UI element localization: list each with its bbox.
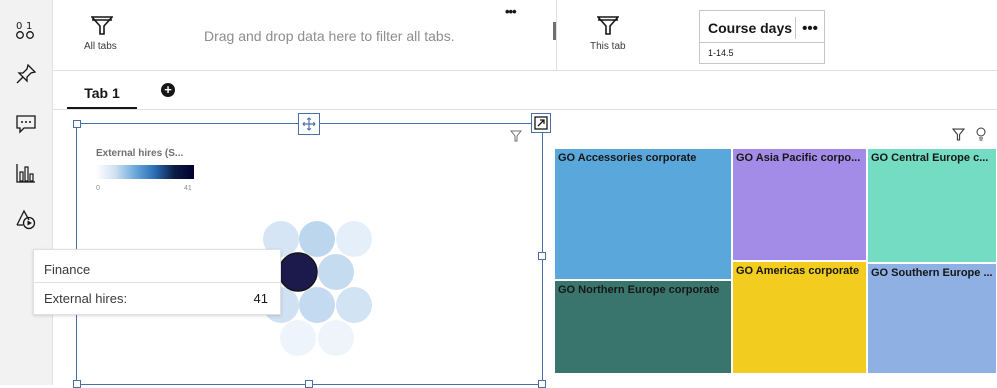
treemap-tile[interactable]: GO Accessories corporate bbox=[554, 148, 732, 280]
bubble[interactable] bbox=[318, 320, 354, 356]
tooltip-divider bbox=[34, 282, 280, 283]
legend-color-scale bbox=[96, 165, 194, 179]
all-tabs-label: All tabs bbox=[84, 41, 117, 52]
tooltip: Finance External hires: 41 bbox=[33, 249, 281, 315]
bubble[interactable] bbox=[280, 320, 316, 356]
treemap-tile[interactable]: GO Northern Europe corporate bbox=[554, 280, 732, 374]
tile-label: GO Central Europe c... bbox=[871, 152, 989, 164]
resize-handle[interactable] bbox=[538, 252, 546, 260]
treemap-filter-icon[interactable] bbox=[951, 128, 966, 146]
expand-widget-icon[interactable] bbox=[531, 113, 551, 133]
comment-icon[interactable] bbox=[14, 112, 38, 136]
bubble[interactable] bbox=[336, 287, 372, 323]
treemap-tile[interactable]: GO Americas corporate bbox=[732, 261, 867, 374]
this-tab-label: This tab bbox=[590, 41, 626, 52]
bubble[interactable] bbox=[299, 287, 335, 323]
tooltip-category: Finance bbox=[44, 262, 91, 277]
legend-title: External hires (S... bbox=[96, 148, 184, 159]
filter-bar bbox=[53, 0, 997, 71]
bubble[interactable] bbox=[318, 254, 354, 290]
widget-filter-icon[interactable] bbox=[509, 129, 523, 147]
bubble[interactable] bbox=[336, 221, 372, 257]
tooltip-measure-value: 41 bbox=[253, 291, 268, 306]
course-days-more-button[interactable]: ••• bbox=[795, 17, 824, 39]
bar-chart-icon[interactable] bbox=[14, 161, 38, 185]
filter-funnel-icon[interactable] bbox=[90, 16, 114, 41]
resize-handle[interactable] bbox=[73, 120, 81, 128]
sort-numeric-icon[interactable]: 01 bbox=[14, 18, 38, 42]
add-tab-icon[interactable]: + bbox=[161, 83, 175, 97]
this-tab-funnel-icon[interactable] bbox=[596, 16, 620, 41]
course-days-title: Course days bbox=[708, 20, 793, 36]
card-divider bbox=[700, 42, 824, 43]
svg-text:0: 0 bbox=[16, 21, 22, 32]
svg-text:1: 1 bbox=[26, 21, 32, 32]
tile-label: GO Northern Europe corporate bbox=[558, 284, 720, 296]
insight-bulb-icon[interactable] bbox=[975, 127, 987, 146]
tab-1[interactable]: Tab 1 bbox=[67, 79, 137, 109]
tooltip-measure-label: External hires: bbox=[44, 291, 128, 306]
tile-label: GO Americas corporate bbox=[736, 265, 860, 277]
resize-handle[interactable] bbox=[538, 380, 546, 388]
resize-handle[interactable] bbox=[73, 380, 81, 388]
all-tabs-drop-hint: Drag and drop data here to filter all ta… bbox=[204, 28, 455, 44]
course-days-filter-card[interactable]: Course days ••• 1-14.5 bbox=[699, 10, 825, 64]
tile-label: GO Accessories corporate bbox=[558, 152, 697, 164]
bubble-finance[interactable] bbox=[278, 252, 318, 292]
tile-label: GO Asia Pacific corpo... bbox=[736, 152, 861, 164]
tile-label: GO Southern Europe ... bbox=[871, 267, 993, 279]
filter-divider bbox=[556, 0, 557, 70]
left-toolbar: 01 bbox=[0, 0, 53, 385]
bubble[interactable] bbox=[299, 221, 335, 257]
treemap-tile[interactable]: GO Asia Pacific corpo... bbox=[732, 148, 867, 261]
treemap-tile[interactable]: GO Central Europe c... bbox=[867, 148, 997, 263]
tab-bar: Tab 1 + bbox=[53, 71, 997, 110]
treemap-chart: GO Accessories corporate GO Asia Pacific… bbox=[554, 148, 997, 374]
legend-min: 0 bbox=[96, 185, 100, 192]
treemap-tile[interactable]: GO Southern Europe ... bbox=[867, 263, 997, 374]
pin-icon[interactable] bbox=[14, 62, 38, 86]
course-days-value: 1-14.5 bbox=[708, 48, 734, 58]
shapes-play-icon[interactable] bbox=[14, 207, 38, 231]
legend-max: 41 bbox=[184, 185, 192, 192]
move-icon[interactable] bbox=[298, 113, 320, 135]
resize-handle[interactable] bbox=[305, 380, 313, 388]
more-options-button[interactable]: ••• bbox=[505, 4, 517, 19]
